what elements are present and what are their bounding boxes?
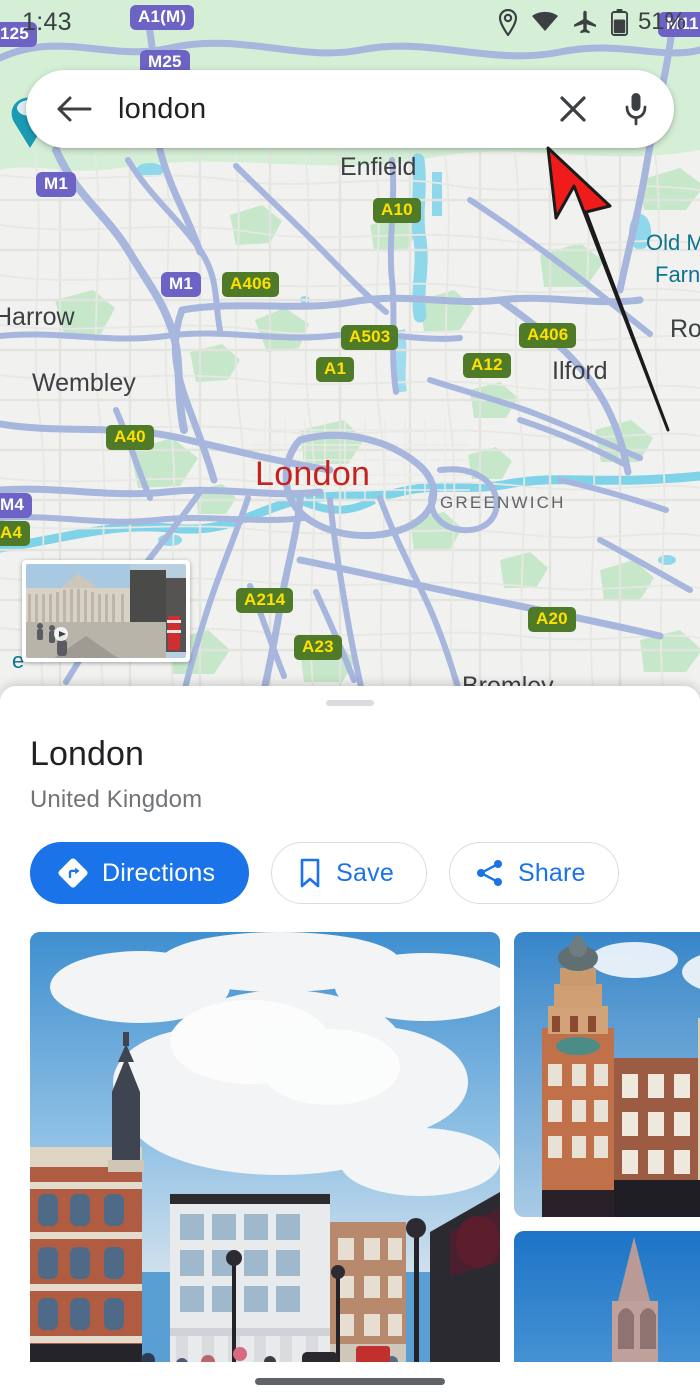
action-buttons-row: Directions Save Share [30,842,670,905]
road-shield-m11: M11 [658,12,700,37]
home-gesture-pill[interactable] [255,1377,445,1385]
save-button[interactable]: Save [271,842,427,905]
road-shield-m4: M4 [0,493,33,518]
share-button-label: Share [517,858,586,887]
search-input[interactable]: london [118,93,558,126]
photo-gallery[interactable] [30,932,700,1400]
road-shield-a23: A23 [294,635,342,660]
road-shield-m1-b: M1 [161,272,202,297]
road-shield-m1-a: M1 [36,172,77,197]
road-shield-a214: A214 [236,588,294,613]
search-bar[interactable]: london [26,70,674,148]
road-shield-125: 125 [0,22,37,47]
back-arrow-icon[interactable] [56,95,92,123]
road-shield-a20: A20 [528,607,576,632]
road-shield-a1: A1 [316,357,355,382]
road-shield-a12: A12 [463,353,511,378]
photo-column-main [30,932,500,1400]
close-icon[interactable] [558,94,588,124]
road-shield-a4: A4 [0,521,31,546]
road-shield-a10: A10 [373,198,421,223]
bookmark-icon [300,859,320,888]
microphone-icon[interactable] [624,92,648,126]
sheet-content: London United Kingdom Directions Save Sh… [0,706,700,1400]
road-shield-a503: A503 [341,325,399,350]
road-shield-a406-b: A406 [519,323,577,348]
directions-button-label: Directions [102,858,216,887]
system-navigation-bar [0,1362,700,1400]
directions-icon [58,858,88,888]
place-subtitle: United Kingdom [30,786,203,814]
photo-coliseum-tower[interactable] [514,932,700,1218]
place-title: London [30,735,145,773]
street-view-thumbnail[interactable] [22,560,190,662]
street-view-image [26,564,186,658]
british-museum-photo [26,564,186,658]
road-shield-a406-a: A406 [222,272,280,297]
photo-column-side [514,932,700,1400]
share-icon [476,860,502,887]
road-shield-a1m: A1(M) [130,5,195,30]
phone-screen: Enfield Harrow Wembley Ilford Bromley Lo… [0,0,700,1400]
photo-street-scene-clouds-image [30,932,500,1400]
road-shield-a40: A40 [106,425,154,450]
save-button-label: Save [336,858,394,887]
place-bottom-sheet[interactable]: London United Kingdom Directions Save Sh… [0,686,700,1400]
directions-button[interactable]: Directions [30,842,250,905]
photo-street-scene-clouds[interactable] [30,932,500,1400]
share-button[interactable]: Share [448,842,619,905]
photo-coliseum-tower-image [514,932,700,1218]
